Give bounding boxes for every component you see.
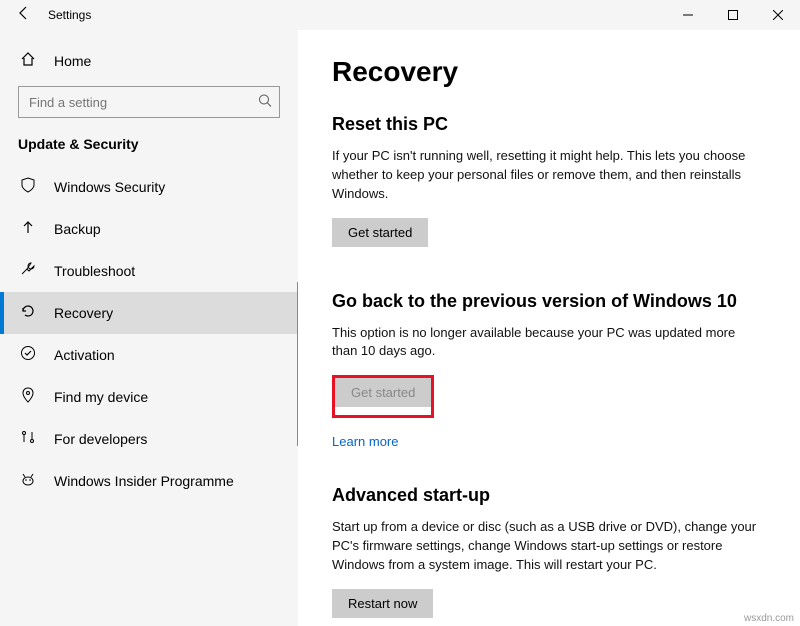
home-label: Home [54,53,91,69]
reset-body: If your PC isn't running well, resetting… [332,147,762,204]
advanced-body: Start up from a device or disc (such as … [332,518,762,575]
dev-icon [18,429,38,449]
nav-label: Activation [54,347,115,363]
nav-recovery[interactable]: Recovery [0,292,298,334]
page-title: Recovery [332,56,766,88]
category-heading: Update & Security [0,132,298,166]
minimize-button[interactable] [665,0,710,30]
back-button[interactable] [8,5,40,26]
nav-label: Windows Insider Programme [54,473,234,489]
location-icon [18,387,38,407]
wrench-icon [18,261,38,281]
nav-label: Windows Security [54,179,165,195]
watermark: wsxdn.com [744,613,794,624]
nav-insider[interactable]: Windows Insider Programme [0,460,298,502]
backup-icon [18,219,38,239]
goback-body: This option is no longer available becau… [332,324,762,362]
section-reset: Reset this PC If your PC isn't running w… [332,114,766,255]
section-goback: Go back to the previous version of Windo… [332,291,766,450]
nav-windows-security[interactable]: Windows Security [0,166,298,208]
restart-now-button[interactable]: Restart now [332,589,433,618]
home-icon [18,51,38,71]
goback-highlight: Get started [332,375,434,418]
reset-heading: Reset this PC [332,114,766,135]
nav-troubleshoot[interactable]: Troubleshoot [0,250,298,292]
goback-get-started-button: Get started [335,378,431,407]
recovery-icon [18,303,38,323]
nav-find-my-device[interactable]: Find my device [0,376,298,418]
nav-list: Windows Security Backup Troubleshoot [0,166,298,502]
nav-label: Find my device [54,389,148,405]
reset-get-started-button[interactable]: Get started [332,218,428,247]
maximize-button[interactable] [710,0,755,30]
advanced-heading: Advanced start-up [332,485,766,506]
section-advanced: Advanced start-up Start up from a device… [332,485,766,626]
goback-heading: Go back to the previous version of Windo… [332,291,766,312]
learn-more-link[interactable]: Learn more [332,434,398,449]
nav-label: For developers [54,431,147,447]
nav-backup[interactable]: Backup [0,208,298,250]
window-title: Settings [48,8,91,22]
content-pane: Recovery Reset this PC If your PC isn't … [298,30,800,626]
nav-label: Recovery [54,305,113,321]
shield-icon [18,177,38,197]
nav-for-developers[interactable]: For developers [0,418,298,460]
check-icon [18,345,38,365]
search-input[interactable] [18,86,280,118]
sidebar: Home Update & Security Windows Security [0,30,298,626]
home-nav[interactable]: Home [0,42,298,80]
nav-activation[interactable]: Activation [0,334,298,376]
titlebar: Settings [0,0,800,30]
nav-label: Backup [54,221,101,237]
close-button[interactable] [755,0,800,30]
nav-label: Troubleshoot [54,263,135,279]
insider-icon [18,471,38,491]
